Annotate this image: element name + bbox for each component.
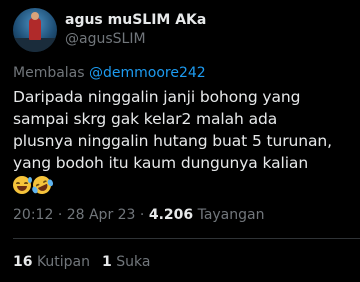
author-display-name[interactable]: agus muSLIM AKa <box>65 11 206 30</box>
likes-count: 1 <box>102 254 112 270</box>
rofl-icon <box>30 173 55 197</box>
likes-label: Suka <box>116 254 151 270</box>
reply-to-line: Membalas @demmoore242 <box>13 64 350 82</box>
quotes-count: 16 <box>13 254 33 270</box>
author-handle[interactable]: @agusSLIM <box>65 30 206 49</box>
meta-separator: · <box>139 207 145 223</box>
tweet-stats: 16 Kutipan 1 Suka <box>13 253 350 271</box>
tweet-date[interactable]: 28 Apr 23 <box>67 207 136 223</box>
views-label: Tayangan <box>197 207 265 223</box>
quotes-label: Kutipan <box>36 254 91 270</box>
tweet-header: agus muSLIM AKa @agusSLIM <box>13 0 350 52</box>
tweet-text: Daripada ninggalin janji bohong yang sam… <box>13 88 332 172</box>
avatar[interactable] <box>13 8 57 52</box>
reply-prefix: Membalas <box>13 65 85 81</box>
reply-mention-link[interactable]: @demmoore242 <box>89 65 206 81</box>
meta-separator: · <box>57 207 63 223</box>
tweet-meta: 20:12 · 28 Apr 23 · 4.206 Tayangan <box>13 206 350 224</box>
tweet-emojis <box>13 173 350 197</box>
tweet-detail: agus muSLIM AKa @agusSLIM Membalas @demm… <box>0 0 360 282</box>
grinning-sweat-icon <box>13 176 32 194</box>
author-names: agus muSLIM AKa @agusSLIM <box>65 11 206 49</box>
quotes-stat[interactable]: 16 Kutipan <box>13 253 90 271</box>
divider <box>13 238 360 239</box>
tweet-time[interactable]: 20:12 <box>13 207 53 223</box>
likes-stat[interactable]: 1 Suka <box>102 253 150 271</box>
views-count: 4.206 <box>148 207 194 223</box>
